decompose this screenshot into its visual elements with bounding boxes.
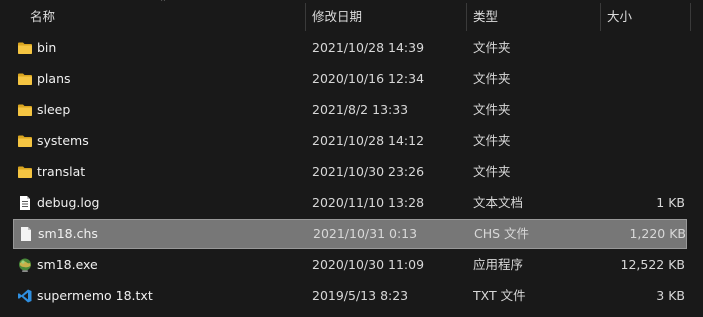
file-row[interactable]: plans 2020/10/16 12:34 文件夹: [13, 64, 687, 94]
column-header-bar: ⌃ 名称 修改日期 类型 大小: [0, 0, 703, 33]
file-row[interactable]: sleep 2021/8/2 13:33 文件夹: [13, 95, 687, 125]
folder-icon: [17, 33, 35, 63]
folder-icon: [17, 126, 35, 156]
column-header-date-modified[interactable]: 修改日期: [306, 0, 466, 33]
file-type: 文件夹: [473, 164, 511, 179]
folder-icon: [17, 157, 35, 187]
file-type: 应用程序: [473, 257, 524, 272]
file-size: [603, 157, 685, 187]
column-divider[interactable]: [690, 3, 691, 31]
file-row[interactable]: sm18.exe 2020/10/30 11:09 应用程序 12,522 KB: [13, 250, 687, 280]
file-name: debug.log: [37, 195, 100, 210]
column-header-type[interactable]: 类型: [467, 0, 601, 33]
file-date-modified: 2020/11/10 13:28: [312, 195, 425, 210]
file-date-modified: 2021/8/2 13:33: [312, 102, 409, 117]
column-header-name[interactable]: 名称: [24, 0, 304, 33]
file-row[interactable]: systems 2021/10/28 14:12 文件夹: [13, 126, 687, 156]
vscode-file-icon: [17, 281, 35, 311]
file-type: 文件夹: [473, 133, 511, 148]
file-name: translat: [37, 164, 86, 179]
file-date-modified: 2021/10/28 14:39: [312, 40, 425, 55]
file-type: 文件夹: [473, 102, 511, 117]
file-name: bin: [37, 40, 57, 55]
text-file-icon: [17, 188, 35, 218]
file-size: [603, 126, 685, 156]
file-type: 文件夹: [473, 40, 511, 55]
file-size: 1,220 KB: [629, 226, 686, 241]
file-name: supermemo 18.txt: [37, 288, 153, 303]
file-explorer: ⌃ 名称 修改日期 类型 大小 bin 2021/10/28 14:39 文件夹 pl…: [0, 0, 703, 317]
app-globe-icon: [17, 250, 35, 280]
file-type: CHS 文件: [474, 226, 530, 241]
file-row[interactable]: supermemo 18.txt 2019/5/13 8:23 TXT 文件 3 KB: [13, 281, 687, 311]
file-type: TXT 文件: [473, 288, 526, 303]
file-name: sm18.chs: [38, 226, 98, 241]
file-row[interactable]: translat 2021/10/30 23:26 文件夹: [13, 157, 687, 187]
file-name: plans: [37, 71, 71, 86]
folder-icon: [17, 64, 35, 94]
file-date-modified: 2019/5/13 8:23: [312, 288, 409, 303]
file-size: [603, 33, 685, 63]
file-size: 3 KB: [656, 288, 685, 303]
file-date-modified: 2020/10/30 11:09: [312, 257, 425, 272]
file-row[interactable]: sm18.chs 2021/10/31 0:13 CHS 文件 1,220 KB: [13, 219, 687, 249]
file-type: 文本文档: [473, 195, 524, 210]
folder-icon: [17, 95, 35, 125]
file-date-modified: 2021/10/31 0:13: [313, 226, 418, 241]
file-size: [603, 64, 685, 94]
file-row[interactable]: bin 2021/10/28 14:39 文件夹: [13, 33, 687, 63]
file-name: systems: [37, 133, 89, 148]
file-size: 1 KB: [656, 195, 685, 210]
file-icon: [18, 219, 36, 249]
file-date-modified: 2020/10/16 12:34: [312, 71, 425, 86]
file-date-modified: 2021/10/30 23:26: [312, 164, 425, 179]
file-type: 文件夹: [473, 71, 511, 86]
file-size: 12,522 KB: [620, 257, 685, 272]
file-row[interactable]: debug.log 2020/11/10 13:28 文本文档 1 KB: [13, 188, 687, 218]
file-name: sm18.exe: [37, 257, 98, 272]
file-size: [603, 95, 685, 125]
column-header-size[interactable]: 大小: [601, 0, 691, 33]
file-name: sleep: [37, 102, 71, 117]
file-date-modified: 2021/10/28 14:12: [312, 133, 425, 148]
